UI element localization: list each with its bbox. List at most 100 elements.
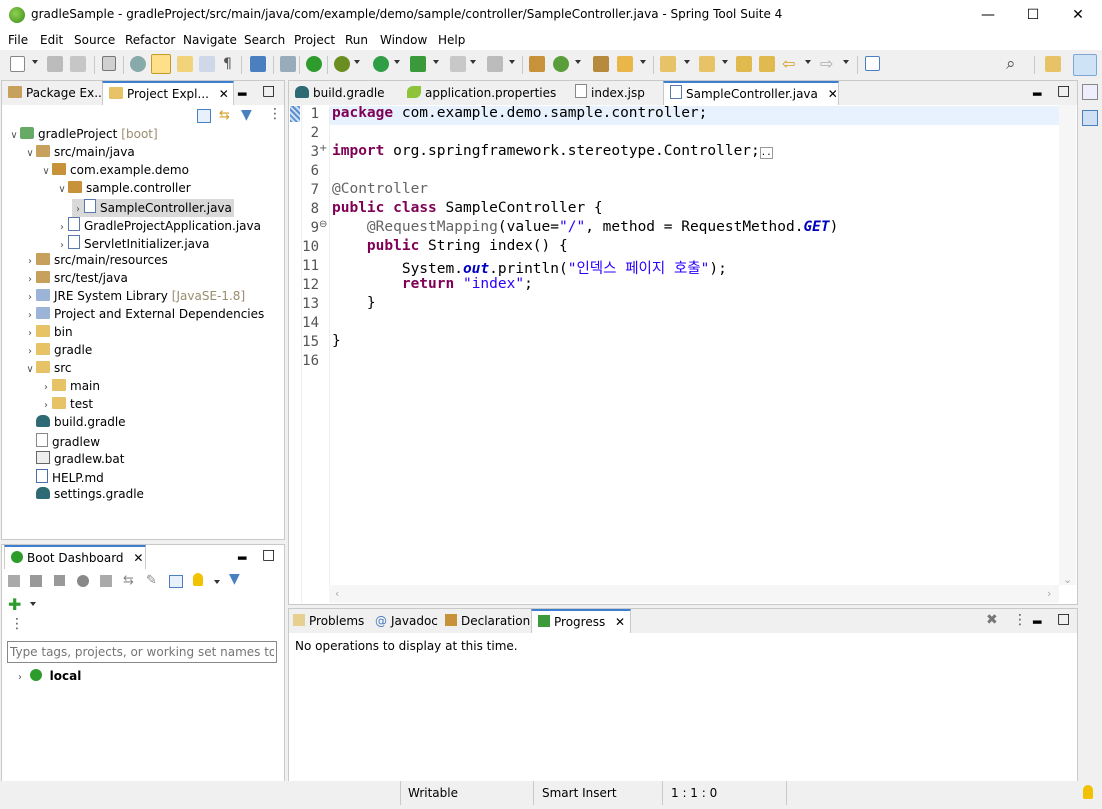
tree-item[interactable]: › gradle: [24, 343, 92, 361]
tab-project-explorer[interactable]: Project Expl... ✕: [102, 81, 234, 105]
forward-edit-icon[interactable]: [759, 56, 775, 72]
collapsed-arrow-icon[interactable]: ›: [24, 256, 36, 267]
build-icon[interactable]: [130, 56, 146, 72]
tab-package-explorer[interactable]: Package Ex...: [8, 81, 106, 105]
open-task-icon[interactable]: [617, 56, 633, 72]
tree-item[interactable]: › JRE System Library [JavaSE-1.8]: [24, 289, 245, 307]
collapse-all-icon[interactable]: [197, 109, 211, 123]
external-tools-icon[interactable]: [487, 56, 503, 72]
terminal-icon[interactable]: [250, 56, 266, 72]
prev-annotation-icon[interactable]: [699, 56, 715, 72]
horizontal-scrollbar[interactable]: ‹ ›: [329, 585, 1059, 603]
collapsed-arrow-icon[interactable]: ›: [40, 382, 52, 393]
new-icon[interactable]: [10, 56, 25, 72]
tab-javadoc[interactable]: @ Javadoc: [375, 609, 438, 633]
menu-refactor[interactable]: Refactor: [125, 33, 175, 47]
new-class-icon[interactable]: [553, 56, 569, 72]
back-icon[interactable]: ⇦: [782, 54, 795, 73]
tree-item[interactable]: gradlew.bat: [24, 451, 124, 469]
close-icon[interactable]: ✕: [219, 87, 229, 101]
tree-item[interactable]: ∨ sample.controller: [56, 181, 191, 199]
collapsed-arrow-icon[interactable]: ›: [40, 400, 52, 411]
minimize-icon[interactable]: ▂: [238, 547, 246, 560]
tree-item[interactable]: ∨ gradleProject [boot]: [8, 127, 158, 145]
menu-project[interactable]: Project: [294, 33, 335, 47]
vertical-scrollbar[interactable]: ⌄: [1059, 105, 1076, 586]
local-target-row[interactable]: › local: [14, 669, 81, 683]
expanded-arrow-icon[interactable]: ∨: [8, 130, 20, 141]
collapsed-arrow-icon[interactable]: ›: [24, 274, 36, 285]
view-menu-icon[interactable]: ⋮: [10, 616, 24, 632]
close-button[interactable]: ✕: [1055, 0, 1101, 30]
expanded-arrow-icon[interactable]: ∨: [24, 364, 36, 375]
tree-item[interactable]: › GradleProjectApplication.java: [56, 217, 261, 235]
maximize-icon[interactable]: □: [262, 547, 275, 563]
open-console-app-icon[interactable]: [100, 575, 112, 587]
tree-item[interactable]: › Project and External Dependencies: [24, 307, 264, 325]
maximize-icon[interactable]: □: [1057, 83, 1070, 99]
binary-icon[interactable]: [102, 56, 116, 71]
tab-boot-dashboard[interactable]: Boot Dashboard ✕: [4, 545, 146, 569]
minimize-icon[interactable]: ▂: [238, 83, 246, 96]
minimize-icon[interactable]: ▂: [1033, 83, 1041, 96]
tab-sample-controller[interactable]: SampleController.java ✕: [663, 81, 839, 105]
tab-application-properties[interactable]: application.properties: [407, 81, 556, 105]
menu-source[interactable]: Source: [74, 33, 115, 47]
skip-breakpoints-icon[interactable]: [280, 56, 296, 72]
fold-toggle-icon[interactable]: +: [319, 143, 327, 154]
minimize-button[interactable]: —: [965, 0, 1011, 30]
collapsed-arrow-icon[interactable]: ›: [56, 240, 68, 251]
restore-icon[interactable]: [1082, 84, 1098, 100]
menu-help[interactable]: Help: [438, 33, 465, 47]
tree-item[interactable]: HELP.md: [24, 469, 104, 487]
expanded-arrow-icon[interactable]: ∨: [56, 184, 68, 195]
add-target-icon[interactable]: ✚: [8, 595, 21, 614]
toggle-block-icon[interactable]: [177, 56, 193, 72]
open-perspective-icon[interactable]: [1045, 56, 1061, 72]
last-edit-icon[interactable]: [736, 56, 752, 72]
open-browser-icon[interactable]: [77, 575, 89, 587]
fold-toggle-icon[interactable]: ⊖: [319, 219, 327, 230]
spring-boot-icon[interactable]: [306, 56, 322, 72]
highlight-icon[interactable]: [151, 54, 171, 74]
maximize-icon[interactable]: □: [1057, 611, 1070, 627]
collapsed-arrow-icon[interactable]: ›: [24, 310, 36, 321]
filter-icon[interactable]: ▼: [229, 571, 240, 587]
stop-icon[interactable]: [450, 56, 466, 72]
menu-file[interactable]: File: [8, 33, 28, 47]
tree-item[interactable]: ∨ com.example.demo: [40, 163, 189, 181]
tree-item[interactable]: › src/main/resources: [24, 253, 168, 271]
minimize-icon[interactable]: ▂: [1033, 611, 1041, 624]
tree-item[interactable]: gradlew: [24, 433, 100, 451]
expanded-arrow-icon[interactable]: ∨: [40, 166, 52, 177]
close-icon[interactable]: ✕: [615, 615, 625, 629]
lightbulb-icon[interactable]: [1083, 785, 1093, 799]
menu-search[interactable]: Search: [244, 33, 285, 47]
lightbulb-icon[interactable]: [193, 573, 203, 586]
maximize-button[interactable]: ☐: [1010, 0, 1056, 30]
expose-icon[interactable]: ⇆: [123, 573, 134, 588]
collapsed-arrow-icon[interactable]: ›: [72, 204, 84, 215]
save-icon[interactable]: [47, 56, 63, 72]
tab-build-gradle[interactable]: build.gradle: [295, 81, 385, 105]
menu-navigate[interactable]: Navigate: [183, 33, 237, 47]
link-editor-icon[interactable]: ⇆: [219, 108, 230, 123]
collapsed-arrow-icon[interactable]: ›: [24, 292, 36, 303]
maximize-icon[interactable]: □: [262, 83, 275, 99]
view-menu-icon[interactable]: ⋮: [1013, 612, 1027, 628]
open-type-icon[interactable]: [593, 56, 609, 72]
debug-start-icon[interactable]: [30, 575, 42, 587]
outline-icon[interactable]: [1082, 110, 1098, 126]
open-console-icon[interactable]: [865, 56, 880, 71]
properties-icon[interactable]: [169, 575, 183, 588]
tab-problems[interactable]: Problems: [293, 609, 364, 633]
remove-all-icon[interactable]: ✖: [986, 612, 998, 628]
show-whitespace-icon[interactable]: ¶: [223, 56, 232, 72]
run-config-icon[interactable]: [410, 56, 426, 72]
stop-app-icon[interactable]: [54, 575, 65, 586]
search-icon[interactable]: ⌕: [1006, 54, 1016, 74]
expanded-arrow-icon[interactable]: ∨: [24, 148, 36, 159]
collapsed-arrow-icon[interactable]: ›: [56, 222, 68, 233]
tree-item[interactable]: › main: [40, 379, 100, 397]
tree-item[interactable]: settings.gradle: [24, 487, 144, 505]
